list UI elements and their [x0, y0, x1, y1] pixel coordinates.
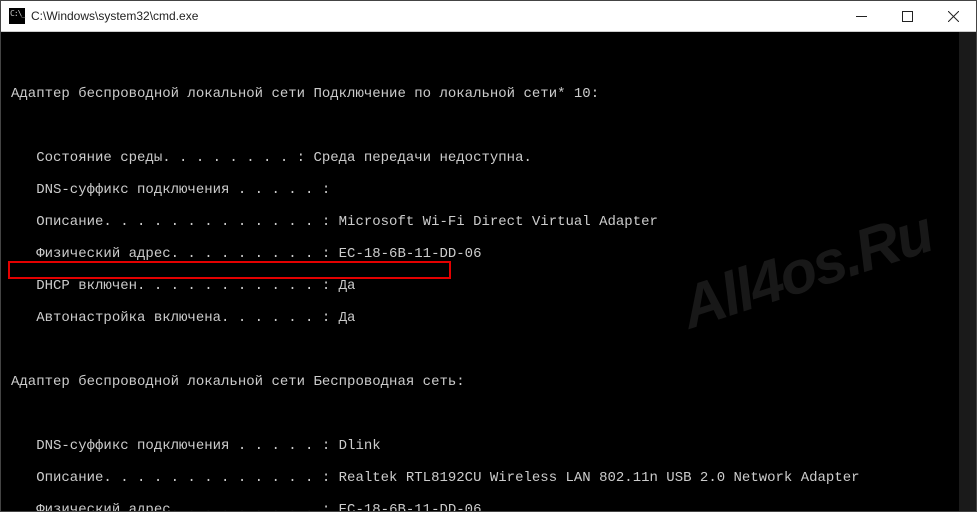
- close-button[interactable]: [930, 1, 976, 31]
- scrollbar[interactable]: [959, 32, 976, 511]
- cmd-icon: [9, 8, 25, 24]
- adapter1-dns-suffix: DNS-суффикс подключения . . . . . :: [11, 182, 972, 198]
- minimize-button[interactable]: [838, 1, 884, 31]
- phys-value: EC-18-6B-11-DD-06: [339, 502, 482, 511]
- adapter1-phys-addr: Физический адрес. . . . . . . . . : EC-1…: [11, 246, 972, 262]
- watermark: All4os.Ru: [681, 222, 932, 317]
- cmd-window: C:\Windows\system32\cmd.exe Адаптер бесп…: [0, 0, 977, 512]
- adapter1-header: Адаптер беспроводной локальной сети Подк…: [11, 86, 972, 102]
- adapter1-media-state: Состояние среды. . . . . . . . : Среда п…: [11, 150, 972, 166]
- titlebar: C:\Windows\system32\cmd.exe: [1, 1, 976, 32]
- output-line: [11, 342, 972, 358]
- adapter2-dns-suffix: DNS-суффикс подключения . . . . . : Dlin…: [11, 438, 972, 454]
- output-line: [11, 118, 972, 134]
- phys-label: Физический адрес. . . . . . . . . :: [11, 502, 339, 511]
- adapter1-dhcp: DHCP включен. . . . . . . . . . . : Да: [11, 278, 972, 294]
- adapter1-description: Описание. . . . . . . . . . . . . : Micr…: [11, 214, 972, 230]
- adapter2-phys-addr: Физический адрес. . . . . . . . . : EC-1…: [11, 502, 972, 511]
- adapter2-description: Описание. . . . . . . . . . . . . : Real…: [11, 470, 972, 486]
- adapter1-autoconf: Автонастройка включена. . . . . . : Да: [11, 310, 972, 326]
- highlight-box: [8, 261, 451, 279]
- output-line: [11, 54, 972, 70]
- adapter2-header: Адаптер беспроводной локальной сети Бесп…: [11, 374, 972, 390]
- terminal-output[interactable]: Адаптер беспроводной локальной сети Подк…: [1, 32, 976, 511]
- output-line: [11, 406, 972, 422]
- window-title: C:\Windows\system32\cmd.exe: [31, 9, 198, 23]
- maximize-button[interactable]: [884, 1, 930, 31]
